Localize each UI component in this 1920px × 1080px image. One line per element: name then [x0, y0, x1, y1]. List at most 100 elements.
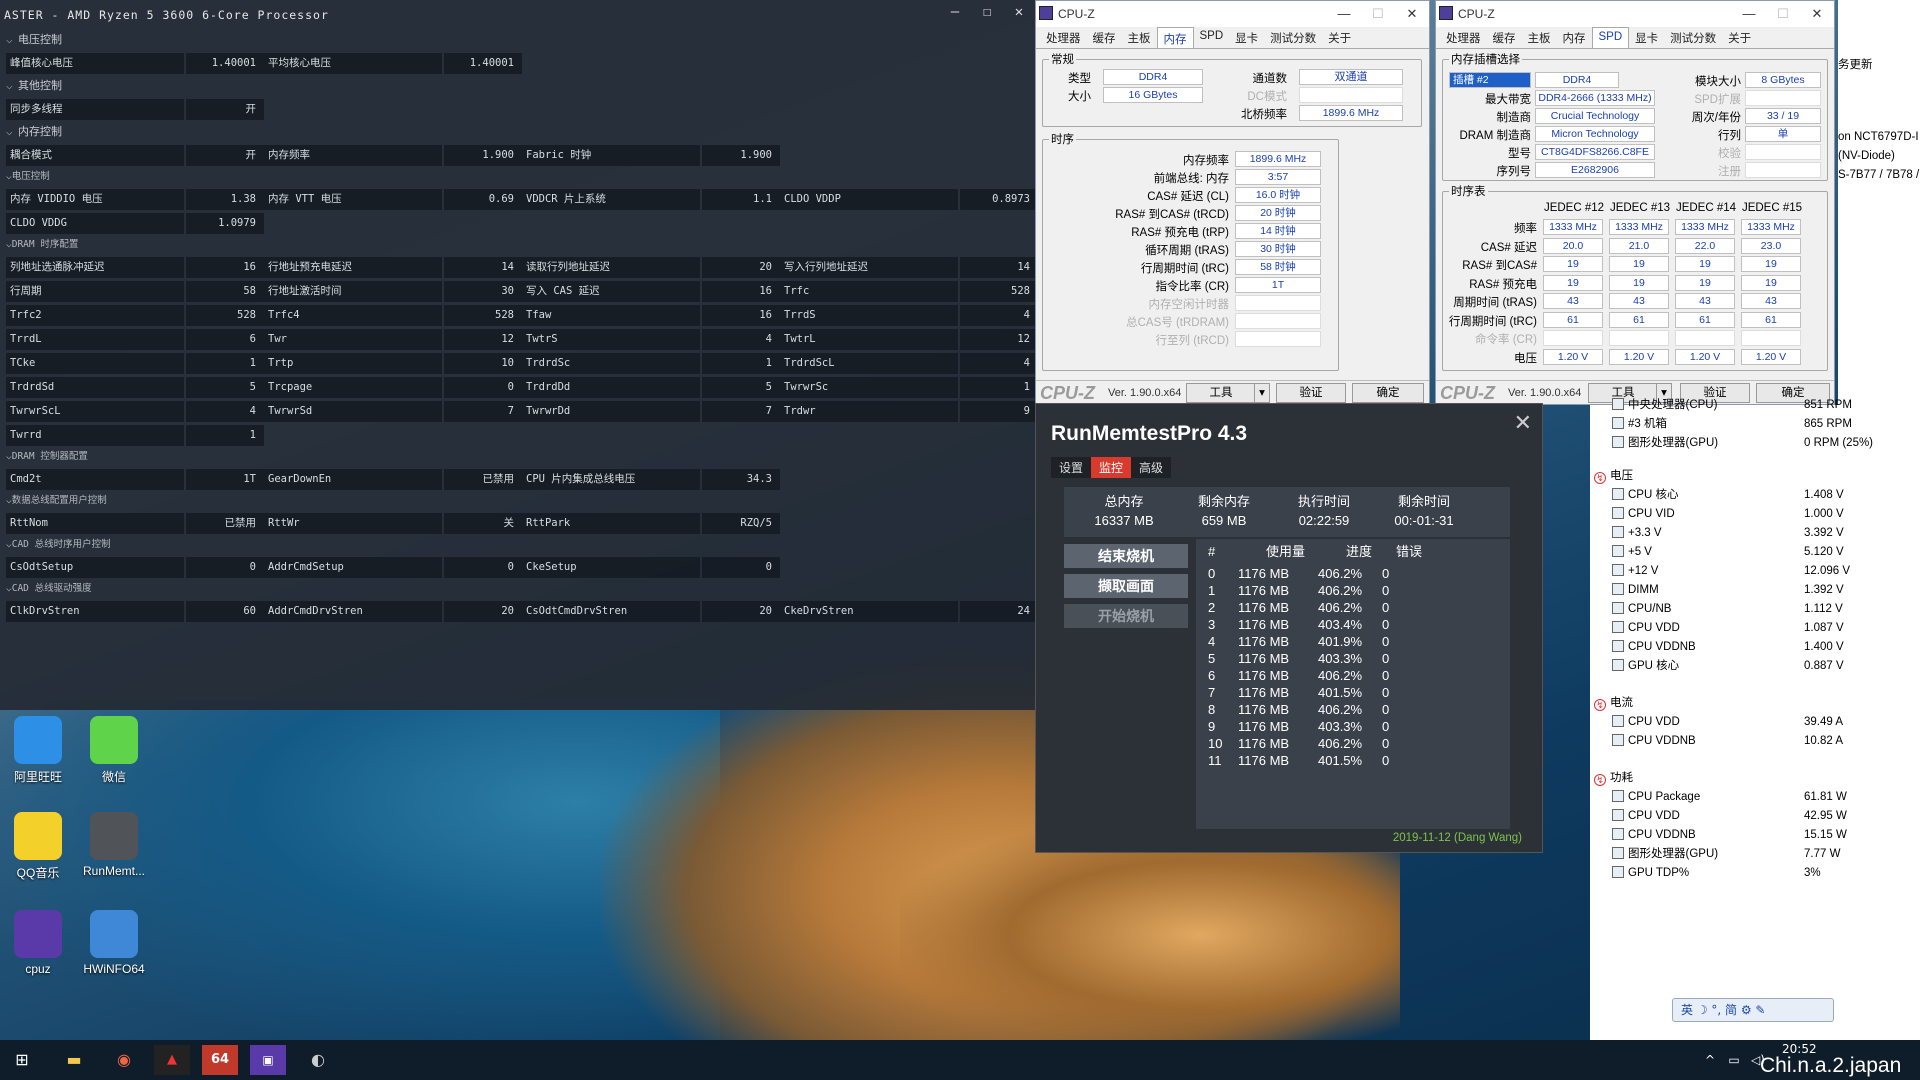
section-heading[interactable]: ⌵ 内存控制 — [0, 122, 1035, 142]
runmemtest-taskbar-icon[interactable]: ◐ — [300, 1045, 336, 1075]
validate-button[interactable]: 验证 — [1276, 383, 1346, 403]
desktop-icon-0[interactable]: 阿里旺旺 — [0, 716, 76, 785]
tab-7[interactable]: 关于 — [1322, 27, 1357, 48]
tab-4[interactable]: SPD — [1194, 27, 1230, 48]
desktop-icon-5[interactable]: HWiNFO64 — [76, 910, 152, 976]
setting-row: TrdrdSd 5 Trcpage 0 TrdrdDd 5 TwrwrSc 1 — [6, 376, 1038, 398]
maximize-button[interactable]: ☐ — [1361, 1, 1395, 27]
screenshot-button[interactable]: 撷取画面 — [1064, 574, 1188, 598]
ime-toolbar[interactable]: 英 ☽ °, 简 ⚙ ✎ — [1672, 998, 1834, 1022]
cpuz-memory-window[interactable]: CPU-Z — ☐ ✕ 处理器 缓存 主板 内存 SPD 显卡 测试分数 关于 常规 类型 DDR… — [1035, 0, 1430, 405]
tab-3[interactable]: 内存 — [1557, 27, 1592, 48]
cpuz-taskbar-icon[interactable]: ▣ — [250, 1045, 286, 1075]
tab-1[interactable]: 缓存 — [1487, 27, 1522, 48]
nb-freq-value: 1899.6 MHz — [1299, 105, 1403, 121]
tab-6[interactable]: 测试分数 — [1264, 27, 1322, 48]
sensor-value: 0 RPM (25%) — [1804, 437, 1874, 449]
section-heading[interactable]: ⌵数据总线配置用户控制 — [0, 492, 1035, 510]
tools-button[interactable]: 工具 — [1186, 383, 1256, 403]
setting-label: Trtp — [264, 352, 442, 374]
close-button[interactable]: ✕ — [1800, 1, 1834, 27]
minimize-button[interactable]: — — [1327, 1, 1361, 27]
tab-0[interactable]: 处理器 — [1040, 27, 1087, 48]
tab-4[interactable]: SPD — [1591, 27, 1630, 48]
setting-label: Twr — [264, 328, 442, 350]
setting-cell: Trdwr 9 — [780, 400, 1038, 422]
tab-5[interactable]: 显卡 — [1229, 27, 1264, 48]
tab-5[interactable]: 显卡 — [1629, 27, 1664, 48]
desktop-icon-2[interactable]: QQ音乐 — [0, 812, 76, 881]
close-button[interactable]: ✕ — [1003, 4, 1035, 20]
section-heading[interactable]: ⌵CAD 总线驱动强度 — [0, 580, 1035, 598]
summary-value: 02:22:59 — [1298, 513, 1350, 528]
setting-cell: TrrdL 6 — [6, 328, 264, 350]
chevron-down-icon[interactable]: ⌵ — [6, 30, 18, 50]
setting-value: 14 — [960, 256, 1038, 278]
ryzen-master-window[interactable]: ASTER - AMD Ryzen 5 3600 6-Core Processo… — [0, 0, 1038, 710]
minimize-button[interactable]: — — [1732, 1, 1766, 27]
chevron-down-icon[interactable]: ⌵ — [6, 76, 18, 96]
runmemtest-window[interactable]: RunMemtestPro 4.3 ✕ 设置 监控 高级 总内存 16337 MB 剩余… — [1035, 403, 1543, 853]
setting-value: 5 — [702, 376, 780, 398]
jedec-cell: 1.20 V — [1609, 348, 1669, 365]
tab-1[interactable]: 监控 — [1091, 457, 1132, 478]
ok-button[interactable]: 确定 — [1352, 383, 1424, 403]
sensor-value: 851 RPM — [1804, 399, 1852, 411]
maximize-button[interactable]: ☐ — [971, 4, 1003, 20]
hwinfo-sensors-panel[interactable]: 中央处理器(CPU) 851 RPM #3 机箱 865 RPM 图形处理器(GPU) 0… — [1590, 398, 1920, 1045]
setting-cell: TCke 1 — [6, 352, 264, 374]
tab-2[interactable]: 主板 — [1122, 27, 1157, 48]
summary-header: 执行时间 — [1297, 494, 1350, 509]
start-burnin-button[interactable]: 开始烧机 — [1064, 604, 1188, 628]
tab-0[interactable]: 处理器 — [1440, 27, 1487, 48]
section-heading[interactable]: ⌵电压控制 — [0, 168, 1035, 186]
section-heading[interactable]: ⌵电压控制 — [0, 30, 1035, 50]
section-heading[interactable]: ⌵ 其他控制 — [0, 76, 1035, 96]
close-button[interactable]: ✕ — [1514, 410, 1532, 436]
cpuz-logo: CPU-Z — [1440, 383, 1495, 403]
tab-7[interactable]: 关于 — [1722, 27, 1757, 48]
sensor-icon — [1612, 715, 1624, 727]
size-value: 16 GBytes — [1103, 87, 1203, 103]
tab-1[interactable]: 缓存 — [1087, 27, 1122, 48]
setting-cell: 行地址激活时间 30 — [264, 280, 522, 302]
maximize-button[interactable]: ☐ — [1766, 1, 1800, 27]
desktop-icon-4[interactable]: cpuz — [0, 910, 76, 976]
slot-select[interactable]: 插槽 #2 — [1449, 72, 1531, 88]
tab-6[interactable]: 测试分数 — [1664, 27, 1722, 48]
cpuz-title: CPU-Z — [1458, 7, 1495, 21]
cpuz-spd-window[interactable]: CPU-Z — ☐ ✕ 处理器 缓存 主板 内存 SPD 显卡 测试分数 关于 内存插槽选择 插槽… — [1435, 0, 1835, 405]
chrome-icon[interactable]: ◉ — [106, 1045, 142, 1075]
start-button[interactable]: ⊞ — [4, 1045, 40, 1075]
sensor-value: 1.408 V — [1804, 489, 1844, 501]
stop-burnin-button[interactable]: 结束烧机 — [1064, 544, 1188, 568]
table-cell: 401.5% — [1318, 753, 1363, 768]
ryzen-master-taskbar-icon[interactable]: ▲ — [154, 1045, 190, 1075]
section-heading[interactable]: ⌵DRAM 时序配置 — [0, 236, 1035, 254]
desktop-icon-3[interactable]: RunMemt... — [76, 812, 152, 878]
timing-value: 1T — [1235, 277, 1321, 293]
app-icon — [90, 716, 138, 764]
tab-2[interactable]: 主板 — [1522, 27, 1557, 48]
section-heading[interactable]: ⌵DRAM 控制器配置 — [0, 448, 1035, 466]
module-size-label: 模块大小 — [1695, 76, 1741, 88]
tab-0[interactable]: 设置 — [1051, 457, 1092, 478]
chevron-down-icon[interactable]: ⌵ — [6, 122, 18, 142]
setting-label: 耦合模式 — [6, 144, 184, 166]
tab-2[interactable]: 高级 — [1131, 457, 1172, 478]
tab-3[interactable]: 内存 — [1156, 27, 1194, 48]
setting-label: CkeSetup — [522, 556, 700, 578]
setting-label: CLDO VDDP — [780, 188, 958, 210]
aida64-icon[interactable]: 64 — [202, 1045, 238, 1075]
hwinfo-top-text: (NV-Diode) — [1838, 150, 1895, 162]
desktop-icon-1[interactable]: 微信 — [76, 716, 152, 785]
sensor-value: 1.087 V — [1804, 622, 1844, 634]
close-button[interactable]: ✕ — [1395, 1, 1429, 27]
sensor-row: CPU VDDNB — [1612, 732, 1696, 751]
tools-dropdown-arrow[interactable]: ▾ — [1254, 383, 1270, 403]
file-explorer-icon[interactable]: ▬ — [56, 1045, 92, 1075]
dc-mode-value — [1299, 87, 1403, 103]
minimize-button[interactable]: — — [939, 4, 971, 20]
section-heading[interactable]: ⌵CAD 总线时序用户控制 — [0, 536, 1035, 554]
setting-label: TCke — [6, 352, 184, 374]
